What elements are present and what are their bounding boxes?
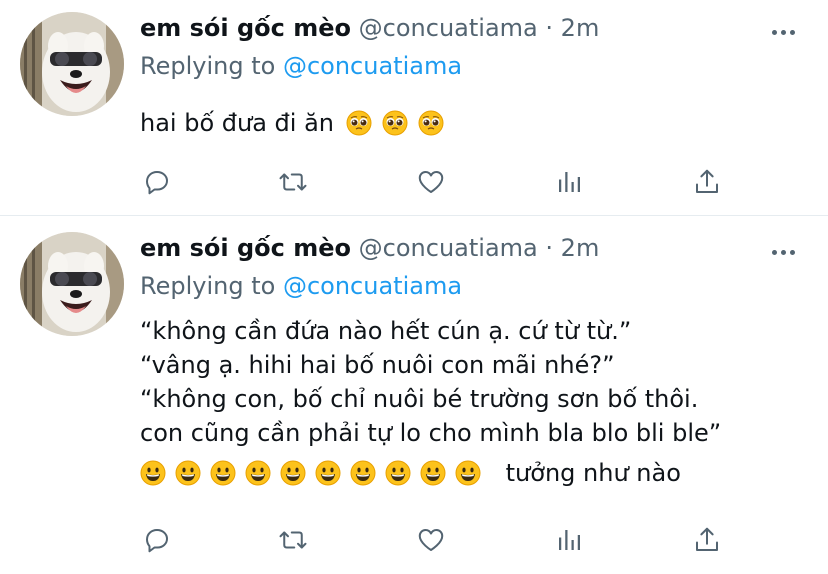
- grinning-face-emoji: [280, 460, 306, 486]
- timestamp[interactable]: 2m: [561, 14, 600, 42]
- analytics-icon: [554, 525, 584, 555]
- tweet-text: “không cần đứa nào hết cún ạ. cứ từ từ.”…: [140, 314, 721, 490]
- grinning-face-emoji: [245, 460, 271, 486]
- pleading-face-emoji: [382, 110, 408, 136]
- user-handle[interactable]: @concuatiama: [359, 234, 538, 262]
- grinning-face-emoji: [140, 460, 166, 486]
- tweet-line: con cũng cần phải tự lo cho mình bla blo…: [140, 419, 722, 447]
- pleading-face-emoji: [346, 110, 372, 136]
- tweet-text-content: hai bố đưa đi ăn: [140, 109, 334, 137]
- tweet-line: “không cần đứa nào hết cún ạ. cứ từ từ.”: [140, 317, 632, 345]
- more-options-button[interactable]: [766, 22, 800, 42]
- retweet-button[interactable]: [276, 166, 310, 198]
- separator-dot: ·: [545, 234, 554, 262]
- reply-button[interactable]: [140, 524, 174, 556]
- replying-to: Replying to @concuatiama: [140, 52, 462, 80]
- reply-icon: [142, 525, 172, 555]
- display-name[interactable]: em sói gốc mèo: [140, 14, 351, 42]
- avatar[interactable]: [20, 12, 124, 116]
- timestamp[interactable]: 2m: [561, 234, 600, 262]
- replying-to: Replying to @concuatiama: [140, 272, 462, 300]
- reply-icon: [142, 167, 172, 197]
- retweet-button[interactable]: [276, 524, 310, 556]
- tweet[interactable]: em sói gốc mèo @concuatiama · 2m Replyin…: [0, 218, 828, 574]
- avatar[interactable]: [20, 232, 124, 336]
- replying-to-mention[interactable]: @concuatiama: [283, 52, 462, 80]
- separator-dot: ·: [545, 14, 554, 42]
- share-icon: [692, 167, 722, 197]
- user-handle[interactable]: @concuatiama: [359, 14, 538, 42]
- replying-to-label: Replying to: [140, 272, 276, 300]
- tweet-line: “vâng ạ. hihi hai bố nuôi con mãi nhé?”: [140, 351, 615, 379]
- grinning-face-emoji: [420, 460, 446, 486]
- more-options-button[interactable]: [766, 242, 800, 262]
- tweet-divider: [0, 215, 828, 216]
- retweet-icon: [278, 167, 308, 197]
- display-name[interactable]: em sói gốc mèo: [140, 234, 351, 262]
- emoji-line: tưởng như nào: [140, 456, 721, 490]
- like-button[interactable]: [414, 524, 448, 556]
- like-button[interactable]: [414, 166, 448, 198]
- retweet-icon: [278, 525, 308, 555]
- share-button[interactable]: [690, 166, 724, 198]
- tweet-actions: [140, 166, 740, 198]
- grinning-face-emoji: [210, 460, 236, 486]
- like-icon: [416, 167, 446, 197]
- grinning-face-emoji: [315, 460, 341, 486]
- analytics-button[interactable]: [552, 166, 586, 198]
- tweet-header: em sói gốc mèo @concuatiama · 2m: [140, 14, 599, 42]
- dog-avatar-image: [20, 12, 124, 116]
- tweet-line: “không con, bố chỉ nuôi bé trường sơn bố…: [140, 385, 699, 413]
- dog-avatar-image: [20, 232, 124, 336]
- grinning-face-emoji: [350, 460, 376, 486]
- like-icon: [416, 525, 446, 555]
- tweet-actions: [140, 524, 740, 556]
- reply-button[interactable]: [140, 166, 174, 198]
- share-icon: [692, 525, 722, 555]
- replying-to-mention[interactable]: @concuatiama: [283, 272, 462, 300]
- tweet-text: hai bố đưa đi ăn: [140, 106, 454, 140]
- grinning-face-emoji: [455, 460, 481, 486]
- analytics-icon: [554, 167, 584, 197]
- tweet-header: em sói gốc mèo @concuatiama · 2m: [140, 234, 599, 262]
- emoji-line-text: tưởng như nào: [505, 459, 681, 487]
- grinning-face-emoji: [385, 460, 411, 486]
- grinning-face-emoji: [175, 460, 201, 486]
- replying-to-label: Replying to: [140, 52, 276, 80]
- tweet[interactable]: em sói gốc mèo @concuatiama · 2m Replyin…: [0, 0, 828, 216]
- analytics-button[interactable]: [552, 524, 586, 556]
- pleading-face-emoji: [418, 110, 444, 136]
- share-button[interactable]: [690, 524, 724, 556]
